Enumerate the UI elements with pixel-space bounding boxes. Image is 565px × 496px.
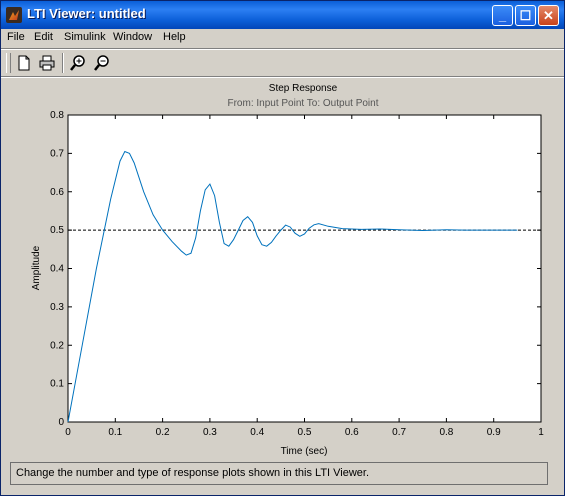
title-bar[interactable]: LTI Viewer: untitled _ ☐ ✕ (1, 1, 564, 29)
x-tick-label: 0.2 (156, 427, 170, 438)
x-tick-label: 0.7 (392, 427, 406, 438)
x-tick-label: 0.6 (345, 427, 359, 438)
menu-help[interactable]: Help (163, 31, 186, 43)
toolbar-grip (6, 53, 11, 73)
y-tick-label: 0.8 (50, 110, 64, 121)
x-tick-label: 0.1 (108, 427, 122, 438)
close-button[interactable]: ✕ (538, 5, 559, 26)
menu-bar: File Edit Simulink Window Help (1, 29, 564, 48)
y-tick-label: 0 (58, 417, 64, 428)
x-tick-label: 0 (65, 427, 71, 438)
minimize-button[interactable]: _ (492, 5, 513, 26)
toolbar (1, 50, 564, 76)
x-tick-label: 0.3 (203, 427, 217, 438)
y-tick-label: 0.7 (50, 148, 64, 159)
x-axis-label: Time (sec) (281, 446, 328, 457)
x-tick-label: 1 (538, 427, 544, 438)
step-response-plot[interactable]: Step Response From: Input Point To: Outp… (1, 77, 564, 460)
status-bar: Change the number and type of response p… (10, 462, 548, 485)
lti-viewer-window: LTI Viewer: untitled _ ☐ ✕ File Edit Sim… (0, 0, 565, 496)
window-title: LTI Viewer: untitled (27, 6, 146, 21)
new-document-icon[interactable] (14, 53, 34, 73)
zoom-in-icon[interactable] (68, 53, 88, 73)
matlab-logo-icon (6, 7, 22, 23)
chart-title: Step Response (269, 83, 338, 94)
menu-file[interactable]: File (7, 31, 25, 43)
y-tick-label: 0.5 (50, 225, 64, 236)
y-tick-label: 0.4 (50, 264, 64, 275)
y-tick-label: 0.2 (50, 340, 64, 351)
menu-simulink[interactable]: Simulink (64, 31, 106, 43)
chart-subtitle: From: Input Point To: Output Point (227, 98, 378, 109)
zoom-out-icon[interactable] (92, 53, 112, 73)
maximize-button[interactable]: ☐ (515, 5, 536, 26)
menu-edit[interactable]: Edit (34, 31, 53, 43)
menu-window[interactable]: Window (113, 31, 152, 43)
x-tick-label: 0.8 (439, 427, 453, 438)
x-tick-label: 0.9 (487, 427, 501, 438)
plot-area (67, 114, 542, 423)
x-tick-label: 0.5 (298, 427, 312, 438)
print-icon[interactable] (37, 53, 57, 73)
y-axis-label: Amplitude (31, 245, 42, 290)
toolbar-divider (62, 53, 64, 73)
y-tick-label: 0.3 (50, 302, 64, 313)
y-tick-label: 0.6 (50, 187, 64, 198)
x-tick-label: 0.4 (250, 427, 264, 438)
y-tick-label: 0.1 (50, 379, 64, 390)
